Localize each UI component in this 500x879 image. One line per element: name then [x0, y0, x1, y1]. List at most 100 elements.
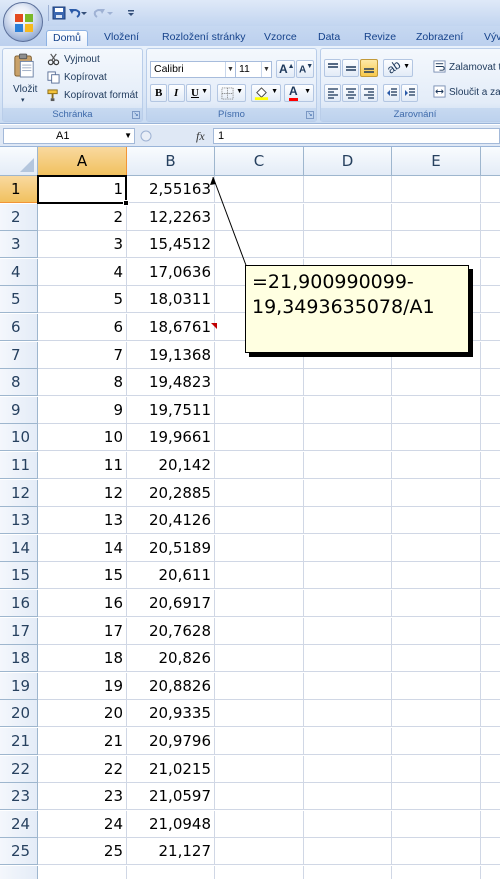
empty-cell[interactable]: [215, 755, 304, 783]
orientation-button[interactable]: ab ▼: [383, 57, 413, 77]
row-header[interactable]: 3: [0, 231, 38, 259]
empty-cell[interactable]: [304, 507, 392, 535]
empty-cell[interactable]: [392, 534, 481, 562]
align-bottom-button[interactable]: [360, 59, 378, 77]
empty-cell[interactable]: [304, 479, 392, 507]
empty-cell[interactable]: [215, 700, 304, 728]
empty-cell[interactable]: [481, 314, 500, 341]
empty-cell[interactable]: [304, 728, 392, 755]
worksheet-grid[interactable]: A B C D E 1 1 2,55163 2 2 12,2263 3 3 15,4512 4 4 1…: [0, 147, 500, 879]
empty-cell[interactable]: [215, 645, 304, 673]
cell-a[interactable]: 18: [38, 645, 127, 673]
align-center-button[interactable]: [342, 84, 359, 102]
empty-cell[interactable]: [481, 286, 500, 314]
font-size-dropdown-icon[interactable]: ▼: [261, 62, 271, 77]
font-family-dropdown-icon[interactable]: ▼: [225, 62, 235, 77]
empty-cell[interactable]: [304, 452, 392, 479]
empty-cell[interactable]: [392, 590, 481, 617]
empty-cell[interactable]: [304, 700, 392, 728]
tab-review[interactable]: Revize: [358, 30, 402, 46]
formula-input[interactable]: 1: [213, 128, 500, 144]
cell-a[interactable]: 21: [38, 728, 127, 755]
empty-cell[interactable]: [215, 838, 304, 866]
empty-cell[interactable]: [215, 479, 304, 507]
cell-b[interactable]: 20,611: [127, 562, 215, 590]
font-dialog-launcher-icon[interactable]: ↘: [306, 111, 314, 119]
cell-b[interactable]: 18,0311: [127, 286, 215, 314]
resize-handle-icon[interactable]: [140, 128, 152, 144]
empty-cell[interactable]: [392, 176, 481, 203]
align-middle-button[interactable]: [342, 59, 359, 77]
tab-home[interactable]: Domů: [46, 30, 89, 46]
cell-comment[interactable]: =21,900990099- 19,3493635078/A1: [245, 265, 469, 353]
empty-cell[interactable]: [481, 535, 500, 562]
empty-cell[interactable]: [304, 562, 392, 590]
empty-cell[interactable]: [481, 838, 500, 866]
select-all-button[interactable]: [0, 147, 38, 176]
empty-cell[interactable]: [304, 838, 392, 866]
empty-cell[interactable]: [392, 562, 481, 590]
empty-cell[interactable]: [215, 176, 304, 203]
borders-dropdown-icon[interactable]: ▼: [236, 88, 243, 95]
cell-a[interactable]: 25: [38, 838, 127, 866]
comment-indicator-icon[interactable]: [211, 323, 217, 329]
cell-a[interactable]: 20: [38, 700, 127, 728]
tab-insert[interactable]: Vložení: [98, 30, 145, 46]
cell-a[interactable]: 7: [38, 341, 127, 369]
empty-cell[interactable]: [215, 534, 304, 562]
row-header[interactable]: 1: [0, 176, 38, 203]
cell-a[interactable]: 24: [38, 810, 127, 838]
empty-cell[interactable]: [481, 756, 500, 783]
empty-cell[interactable]: [215, 396, 304, 424]
empty-cell[interactable]: [392, 396, 481, 424]
empty-cell[interactable]: [215, 617, 304, 645]
column-header-d[interactable]: D: [304, 147, 392, 176]
empty-cell[interactable]: [481, 204, 500, 231]
cell-a[interactable]: 12: [38, 479, 127, 507]
empty-cell[interactable]: [215, 452, 304, 479]
row-header[interactable]: 12: [0, 479, 38, 507]
empty-cell[interactable]: [304, 783, 392, 811]
row-header[interactable]: 19: [0, 672, 38, 700]
cell-b[interactable]: 20,5189: [127, 534, 215, 562]
cell-a[interactable]: 4: [38, 258, 127, 286]
empty-cell[interactable]: [481, 342, 500, 369]
empty-cell[interactable]: [481, 231, 500, 259]
insert-function-icon[interactable]: fx: [196, 129, 205, 144]
empty-cell[interactable]: [215, 507, 304, 535]
empty-cell[interactable]: [304, 617, 392, 645]
fill-handle[interactable]: [123, 200, 129, 206]
office-button[interactable]: [3, 2, 43, 42]
empty-cell[interactable]: [215, 866, 304, 879]
empty-cell[interactable]: [304, 645, 392, 673]
align-right-button[interactable]: [360, 84, 378, 102]
cell-b[interactable]: 20,6917: [127, 590, 215, 617]
cell-b[interactable]: 20,142: [127, 452, 215, 479]
cell-b[interactable]: 18,6761: [127, 314, 215, 341]
cell-a[interactable]: 17: [38, 617, 127, 645]
empty-cell[interactable]: [392, 231, 481, 259]
cut-button[interactable]: Vyjmout: [47, 53, 137, 67]
empty-cell[interactable]: [392, 672, 481, 700]
row-header[interactable]: 11: [0, 452, 38, 479]
column-header-c[interactable]: C: [215, 147, 304, 176]
cell-b[interactable]: 20,7628: [127, 617, 215, 645]
bold-button[interactable]: B: [150, 84, 167, 102]
wrap-text-button[interactable]: Zalamovat t: [433, 59, 500, 76]
fill-color-button[interactable]: ▼: [251, 84, 281, 102]
font-size-select[interactable]: 11 ▼: [235, 61, 272, 78]
empty-cell[interactable]: [392, 203, 481, 231]
cell-a[interactable]: 9: [38, 396, 127, 424]
empty-cell[interactable]: [392, 479, 481, 507]
font-color-dropdown-icon[interactable]: ▼: [304, 88, 311, 95]
empty-cell[interactable]: [38, 866, 127, 879]
redo-dropdown-icon[interactable]: [106, 6, 114, 20]
empty-cell[interactable]: [481, 700, 500, 728]
row-header[interactable]: 17: [0, 617, 38, 645]
cell-b[interactable]: 20,9335: [127, 700, 215, 728]
empty-cell[interactable]: [392, 645, 481, 673]
cell-b[interactable]: 2,55163: [127, 176, 215, 203]
empty-cell[interactable]: [304, 231, 392, 259]
cell-a[interactable]: 13: [38, 507, 127, 535]
empty-cell[interactable]: [392, 755, 481, 783]
